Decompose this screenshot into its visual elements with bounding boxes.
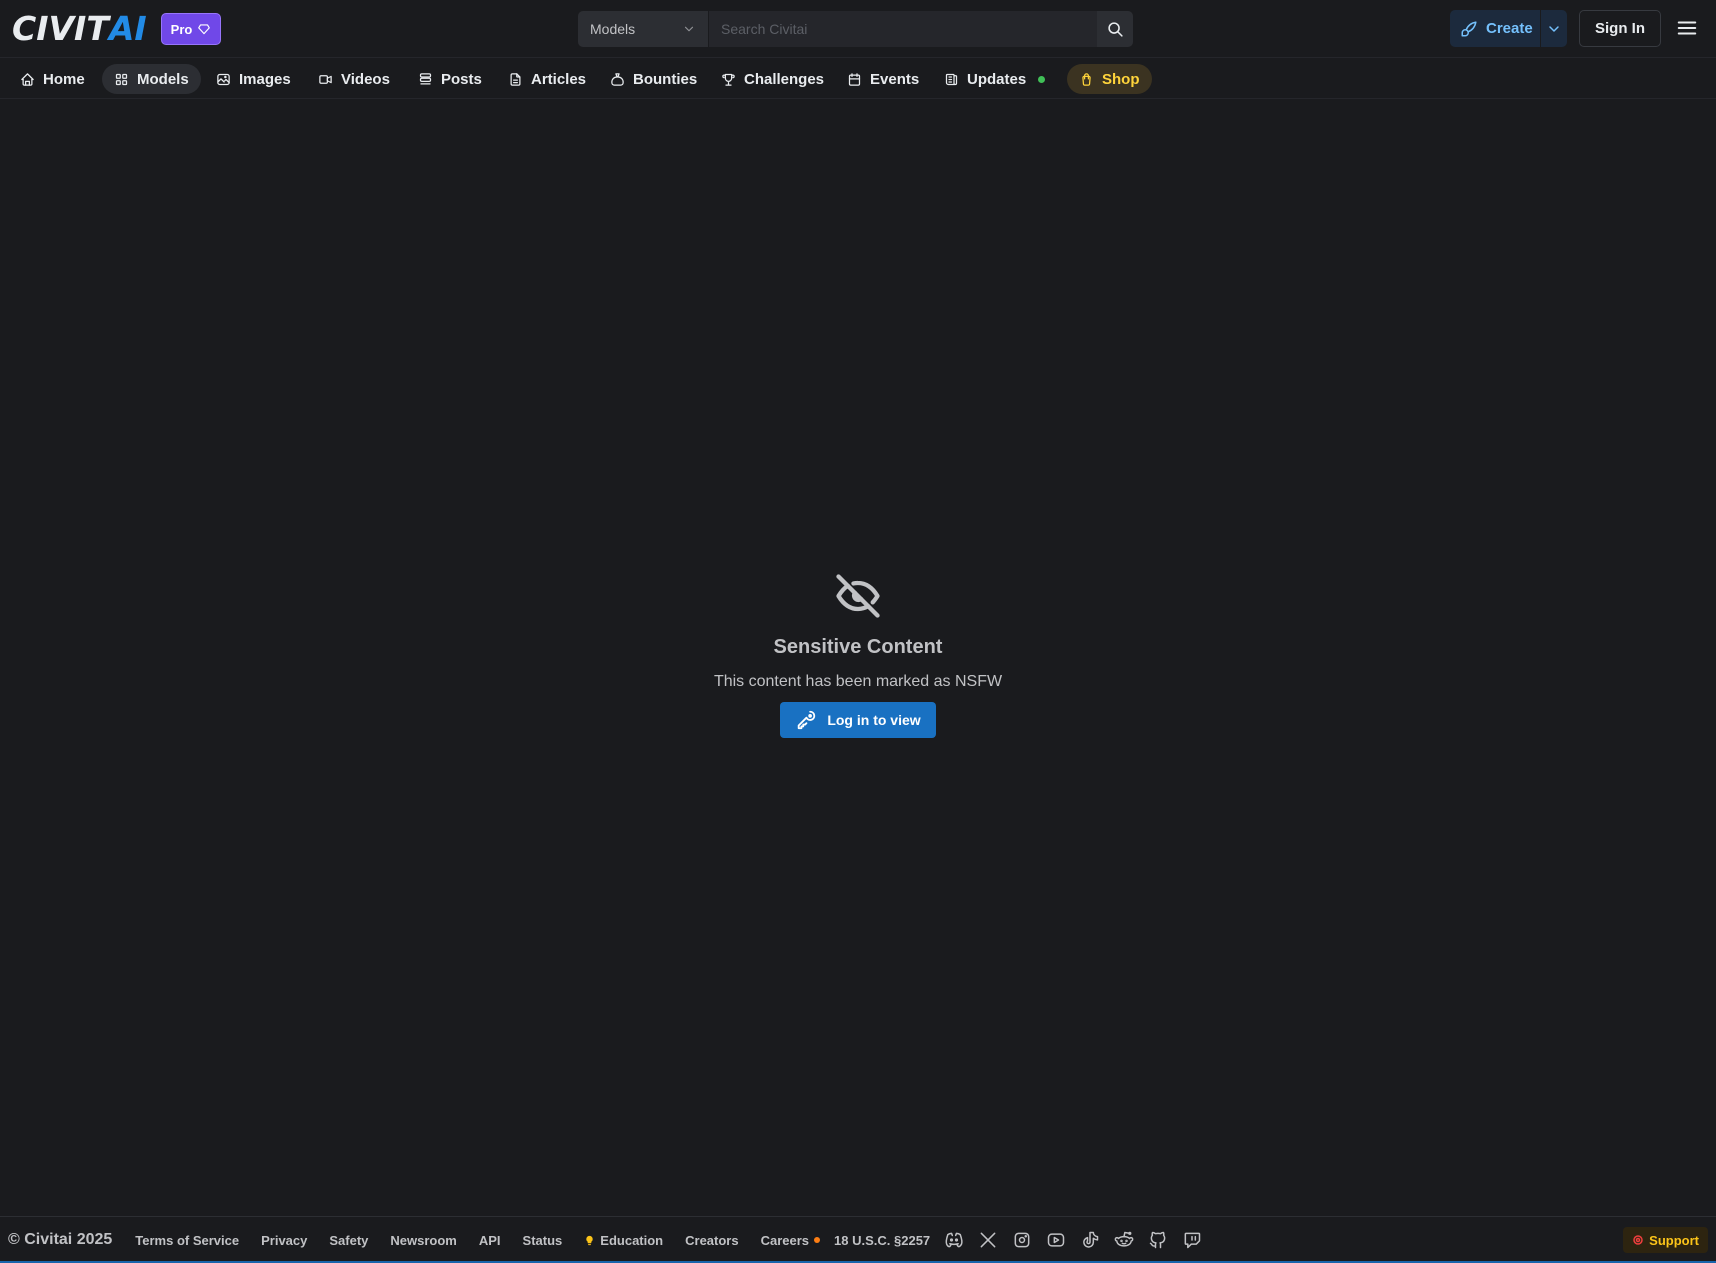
footer-link-privacy[interactable]: Privacy xyxy=(261,1233,307,1248)
top-header: CIVITAI Pro Models / Create Sign In xyxy=(0,0,1716,58)
nav-label: Models xyxy=(137,70,189,88)
footer-link-2257[interactable]: 18 U.S.C. §2257 xyxy=(834,1233,930,1248)
social-links xyxy=(944,1230,1202,1250)
pro-label: Pro xyxy=(170,21,193,37)
lifebuoy-icon xyxy=(1633,1235,1643,1245)
footer-link-careers[interactable]: Careers xyxy=(760,1232,821,1248)
pro-badge-button[interactable]: Pro xyxy=(161,13,221,45)
calendar-icon xyxy=(848,72,861,86)
logo-ai-text: AI xyxy=(108,9,147,48)
nav-label: Videos xyxy=(341,70,390,88)
moneybag-icon xyxy=(611,72,624,86)
sign-in-button[interactable]: Sign In xyxy=(1579,10,1661,47)
footer-link-api[interactable]: API xyxy=(479,1233,501,1248)
file-text-icon xyxy=(510,72,521,86)
brush-icon xyxy=(1461,21,1477,36)
careers-label: Careers xyxy=(760,1232,810,1248)
eye-off-icon xyxy=(836,574,880,618)
nav-item-challenges[interactable]: Challenges xyxy=(709,64,836,94)
main-nav: Home Models Images Videos Posts Articles… xyxy=(0,59,1716,99)
chevron-down-icon xyxy=(684,26,694,32)
key-icon xyxy=(798,710,816,730)
search-input[interactable] xyxy=(709,11,1097,47)
nav-item-images[interactable]: Images xyxy=(204,64,303,94)
updates-indicator-dot xyxy=(1038,75,1046,83)
logo-civit-text: CIVIT xyxy=(12,9,109,48)
grid-icon xyxy=(115,73,128,85)
nav-label: Bounties xyxy=(633,70,698,88)
nav-item-shop[interactable]: Shop xyxy=(1067,64,1152,94)
nav-label: Shop xyxy=(1102,70,1140,88)
search-icon xyxy=(1107,21,1123,37)
nav-item-models[interactable]: Models xyxy=(102,64,201,94)
nav-item-updates[interactable]: Updates xyxy=(932,64,1057,94)
support-button[interactable]: Support xyxy=(1623,1227,1708,1253)
create-main-action[interactable]: Create xyxy=(1450,20,1540,38)
sensitive-content-title: Sensitive Content xyxy=(773,636,943,658)
nav-item-videos[interactable]: Videos xyxy=(306,64,402,94)
instagram-icon[interactable] xyxy=(1012,1230,1032,1250)
log-in-to-view-button[interactable]: Log in to view xyxy=(780,702,936,738)
shopping-bag-icon xyxy=(1082,72,1091,86)
x-icon[interactable] xyxy=(978,1230,998,1250)
nav-label: Challenges xyxy=(744,70,825,88)
nav-item-events[interactable]: Events xyxy=(835,64,931,94)
nav-label: Events xyxy=(870,70,920,88)
photo-icon xyxy=(217,73,230,85)
nav-label: Updates xyxy=(967,70,1027,88)
menu-icon xyxy=(1677,21,1697,35)
sensitive-content-subtitle: This content has been marked as NSFW xyxy=(713,673,1003,690)
search-button[interactable] xyxy=(1097,11,1133,47)
create-dropdown-toggle[interactable] xyxy=(1541,21,1567,37)
support-label: Support xyxy=(1649,1232,1699,1248)
discord-icon[interactable] xyxy=(944,1230,964,1250)
login-label: Log in to view xyxy=(827,712,921,728)
footer-link-terms[interactable]: Terms of Service xyxy=(135,1233,239,1248)
bulb-icon xyxy=(586,1235,593,1245)
careers-indicator-dot xyxy=(814,1237,821,1243)
create-label: Create xyxy=(1486,20,1533,37)
video-icon xyxy=(319,74,332,84)
search-type-select[interactable]: Models xyxy=(578,11,709,47)
footer-link-education[interactable]: Education xyxy=(584,1233,663,1248)
nav-label: Posts xyxy=(441,70,482,88)
create-button[interactable]: Create xyxy=(1450,10,1567,47)
reddit-icon[interactable] xyxy=(1114,1230,1134,1250)
youtube-icon[interactable] xyxy=(1046,1230,1066,1250)
trophy-icon xyxy=(722,73,735,86)
nav-label: Home xyxy=(43,70,85,88)
nav-label: Articles xyxy=(531,70,587,88)
footer-link-status[interactable]: Status xyxy=(523,1233,563,1248)
chevron-down-icon xyxy=(1549,25,1559,32)
civitai-logo[interactable]: CIVIT AI xyxy=(12,9,147,48)
posts-icon xyxy=(419,72,432,84)
footer: © Civitai 2025 Terms of Service Privacy … xyxy=(0,1216,1716,1263)
nav-item-posts[interactable]: Posts xyxy=(406,64,494,94)
footer-link-creators[interactable]: Creators xyxy=(685,1233,738,1248)
nav-item-bounties[interactable]: Bounties xyxy=(598,64,709,94)
footer-link-safety[interactable]: Safety xyxy=(329,1233,368,1248)
search-bar: Models / xyxy=(578,11,1133,47)
nav-item-home[interactable]: Home xyxy=(8,64,97,94)
hamburger-menu-button[interactable] xyxy=(1676,17,1698,39)
education-label: Education xyxy=(600,1232,664,1248)
github-icon[interactable] xyxy=(1148,1230,1168,1250)
home-icon xyxy=(21,72,34,86)
tiktok-icon[interactable] xyxy=(1080,1230,1100,1250)
footer-link-newsroom[interactable]: Newsroom xyxy=(390,1233,456,1248)
copyright: © Civitai 2025 xyxy=(8,1231,113,1248)
nav-item-articles[interactable]: Articles xyxy=(496,64,598,94)
sensitive-content-panel: Sensitive Content This content has been … xyxy=(0,570,1716,738)
diamond-icon xyxy=(198,24,211,35)
news-icon xyxy=(945,73,958,85)
search-type-value: Models xyxy=(590,21,636,37)
twitch-icon[interactable] xyxy=(1182,1230,1202,1250)
nav-label: Images xyxy=(239,70,291,88)
